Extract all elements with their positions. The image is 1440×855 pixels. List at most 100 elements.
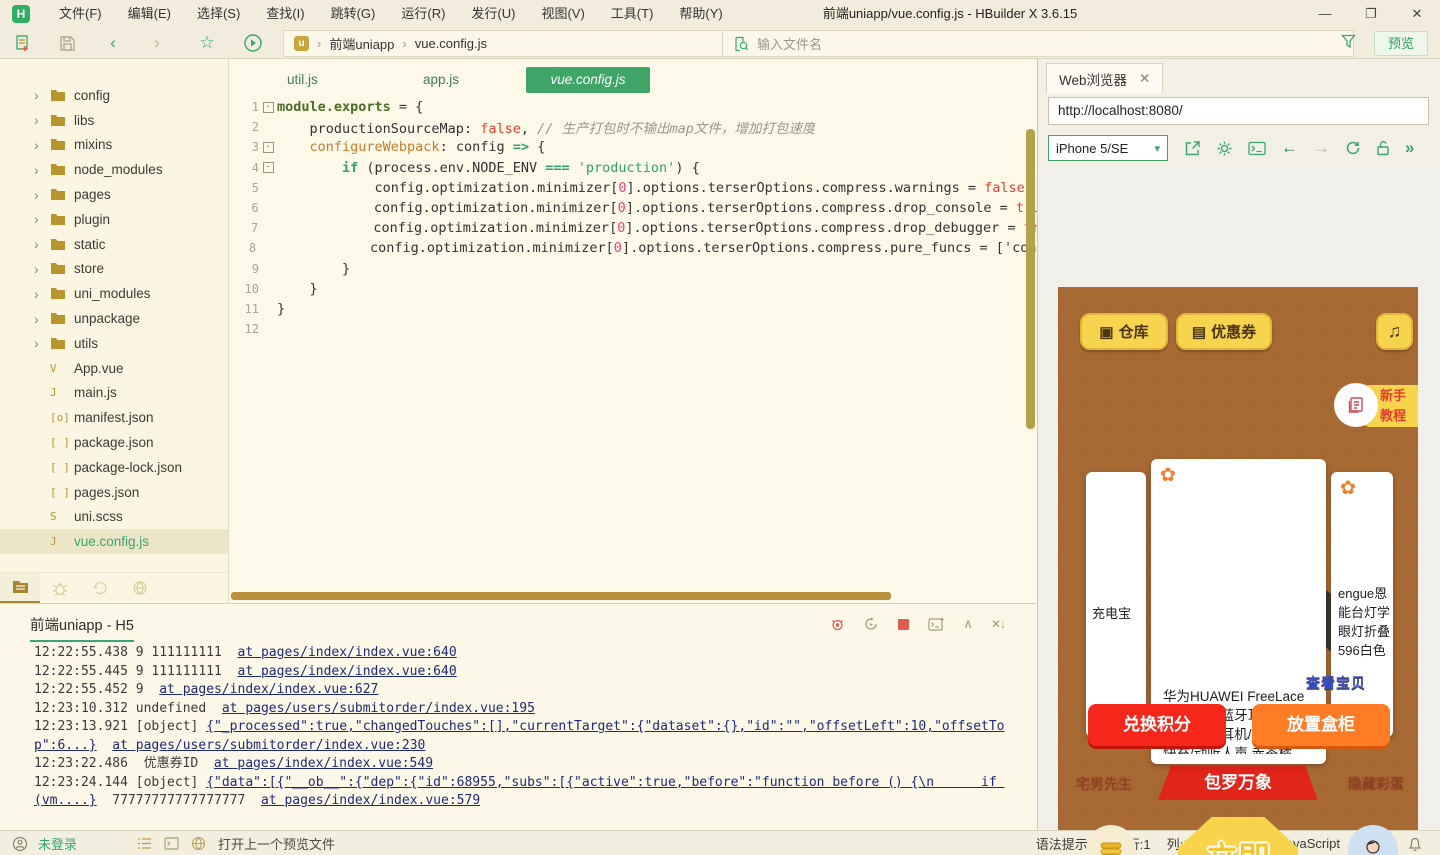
tree-file-uni.scss[interactable]: Suni.scss bbox=[0, 505, 228, 530]
menu-item[interactable]: 工具(T) bbox=[598, 0, 667, 28]
tree-folder-uni_modules[interactable]: ›uni_modules bbox=[0, 281, 228, 306]
chevron-right-icon[interactable]: › bbox=[34, 87, 50, 103]
code-editor[interactable]: util.js app.js vue.config.js 1-module.expo… bbox=[229, 59, 1037, 603]
debug-panel-icon[interactable] bbox=[40, 581, 80, 596]
code-line[interactable]: 8 config.optimization.minimizer[0].optio… bbox=[229, 238, 1037, 258]
editor-tab-vue.config.js[interactable]: vue.config.js bbox=[526, 67, 650, 93]
menu-item[interactable]: 发行(U) bbox=[458, 0, 528, 28]
web-panel-icon[interactable] bbox=[120, 580, 160, 596]
chevron-right-icon[interactable]: › bbox=[34, 137, 50, 153]
search-input[interactable]: 输入文件名 bbox=[722, 30, 1354, 57]
tree-file-manifest.json[interactable]: [o]manifest.json bbox=[0, 405, 228, 430]
menu-item[interactable]: 编辑(E) bbox=[115, 0, 184, 28]
code-line[interactable]: 1-module.exports = { bbox=[229, 97, 1037, 117]
log-source-link[interactable]: at pages/index/index.vue:640 bbox=[238, 664, 457, 679]
series-tab-right[interactable]: 隐藏彩蛋 bbox=[1348, 774, 1404, 794]
series-tab-left[interactable]: 宅男先生 bbox=[1076, 774, 1132, 794]
code-line[interactable]: 3- configureWebpack: config => { bbox=[229, 137, 1037, 157]
tree-folder-libs[interactable]: ›libs bbox=[0, 108, 228, 133]
menu-item[interactable]: 跳转(G) bbox=[318, 0, 389, 28]
minimize-button[interactable]: — bbox=[1302, 0, 1348, 28]
tree-folder-static[interactable]: ›static bbox=[0, 232, 228, 257]
tree-folder-store[interactable]: ›store bbox=[0, 257, 228, 282]
menu-item[interactable]: 文件(F) bbox=[46, 0, 115, 28]
tree-file-vue.config.js[interactable]: Jvue.config.js bbox=[0, 529, 228, 554]
notification-bell-icon[interactable] bbox=[1408, 836, 1422, 852]
files-panel-icon[interactable] bbox=[0, 573, 40, 603]
browser-forward-icon[interactable]: → bbox=[1313, 136, 1330, 160]
tree-folder-pages[interactable]: ›pages bbox=[0, 182, 228, 207]
coupon-button[interactable]: ▤ 优惠券 bbox=[1176, 313, 1272, 350]
tree-folder-utils[interactable]: ›utils bbox=[0, 331, 228, 356]
code-line[interactable]: 7 config.optimization.minimizer[0].optio… bbox=[229, 218, 1037, 238]
fold-marker[interactable]: - bbox=[259, 162, 277, 173]
draw-now-button[interactable]: 立即 bbox=[1178, 817, 1298, 855]
close-button[interactable]: ✕ bbox=[1394, 0, 1440, 28]
code-area[interactable]: 1-module.exports = {2 productionSourceMa… bbox=[229, 97, 1037, 339]
chevron-right-icon[interactable]: › bbox=[34, 112, 50, 128]
stop-icon[interactable] bbox=[897, 618, 910, 631]
tree-file-pages.json[interactable]: [ ]pages.json bbox=[0, 480, 228, 505]
open-previous-preview[interactable]: 打开上一个预览文件 bbox=[218, 834, 335, 853]
tree-file-App.vue[interactable]: VApp.vue bbox=[0, 356, 228, 381]
back-icon[interactable]: ‹ bbox=[102, 32, 124, 54]
code-line[interactable]: 10 } bbox=[229, 279, 1037, 299]
code-line[interactable]: 2 productionSourceMap: false, // 生产打包时不输… bbox=[229, 117, 1037, 137]
restart-icon[interactable] bbox=[863, 616, 879, 632]
user-circle-icon[interactable] bbox=[12, 836, 28, 852]
code-line[interactable]: 11} bbox=[229, 299, 1037, 319]
warehouse-button[interactable]: ▣ 仓库 bbox=[1080, 313, 1168, 350]
fold-marker[interactable]: - bbox=[259, 102, 277, 113]
view-item-link[interactable]: 查看宝贝 bbox=[1306, 673, 1366, 693]
open-external-icon[interactable] bbox=[1184, 140, 1201, 157]
chevron-right-icon[interactable]: › bbox=[34, 311, 50, 327]
chevron-right-icon[interactable]: › bbox=[34, 335, 50, 351]
open-terminal-icon[interactable] bbox=[928, 617, 945, 632]
tree-file-main.js[interactable]: Jmain.js bbox=[0, 381, 228, 406]
tree-folder-plugin[interactable]: ›plugin bbox=[0, 207, 228, 232]
tree-folder-mixins[interactable]: ›mixins bbox=[0, 133, 228, 158]
filter-icon[interactable] bbox=[1341, 34, 1356, 49]
menu-item[interactable]: 查找(I) bbox=[253, 0, 317, 28]
tree-file-package-lock.json[interactable]: [ ]package-lock.json bbox=[0, 455, 228, 480]
save-icon[interactable] bbox=[56, 32, 78, 54]
place-cabinet-button[interactable]: 放置盒柜 bbox=[1252, 704, 1390, 746]
log-source-link[interactable]: at pages/index/index.vue:579 bbox=[261, 793, 480, 808]
debug-bug-icon[interactable] bbox=[830, 617, 845, 632]
music-button[interactable]: ♫ bbox=[1376, 313, 1413, 350]
devtools-terminal-icon[interactable] bbox=[1248, 141, 1266, 156]
forward-icon[interactable]: › bbox=[146, 32, 168, 54]
exchange-points-button[interactable]: 兑换积分 bbox=[1088, 704, 1226, 746]
phone-preview[interactable]: ▣ 仓库 ▤ 优惠券 ♫ 新手教程 充电宝 bbox=[1058, 287, 1418, 855]
url-input[interactable] bbox=[1048, 97, 1429, 125]
code-line[interactable]: 6 config.optimization.minimizer[0].optio… bbox=[229, 198, 1037, 218]
chevron-right-icon[interactable]: › bbox=[34, 211, 50, 227]
history-panel-icon[interactable] bbox=[80, 580, 120, 596]
editor-tab-util.js[interactable]: util.js bbox=[273, 67, 332, 93]
settings-gear-icon[interactable] bbox=[1216, 140, 1233, 157]
unlock-icon[interactable] bbox=[1376, 140, 1390, 156]
editor-tab-app.js[interactable]: app.js bbox=[409, 67, 473, 93]
menu-item[interactable]: 帮助(Y) bbox=[666, 0, 735, 28]
chevron-right-icon[interactable]: › bbox=[34, 162, 50, 178]
new-file-icon[interactable] bbox=[12, 32, 34, 54]
editor-horizontal-scrollbar[interactable] bbox=[231, 592, 891, 600]
tree-folder-unpackage[interactable]: ›unpackage bbox=[0, 306, 228, 331]
log-source-link[interactable]: at pages/index/index.vue:640 bbox=[238, 645, 457, 660]
code-line[interactable]: 12 bbox=[229, 319, 1037, 339]
clear-console-icon[interactable]: ✕↓ bbox=[991, 617, 1005, 631]
console-tab[interactable]: 前端uniapp - H5 bbox=[30, 614, 134, 642]
terminal-status-icon[interactable] bbox=[164, 837, 179, 850]
menu-item[interactable]: 视图(V) bbox=[528, 0, 597, 28]
collapse-panel-icon[interactable]: ∧ bbox=[963, 616, 973, 632]
tree-file-package.json[interactable]: [ ]package.json bbox=[0, 430, 228, 455]
code-line[interactable]: 9 } bbox=[229, 259, 1037, 279]
breadcrumb[interactable]: u › 前端uniapp › vue.config.js bbox=[283, 30, 741, 57]
fold-marker[interactable]: - bbox=[259, 142, 277, 153]
product-card-right[interactable]: ✿ engue恩 能台灯学 眼灯折叠 596白色 bbox=[1331, 472, 1393, 737]
chevron-right-icon[interactable]: › bbox=[34, 286, 50, 302]
browser-tab[interactable]: Web浏览器 ✕ bbox=[1046, 63, 1163, 93]
preview-button[interactable]: 预览 bbox=[1374, 31, 1428, 56]
preview-globe-icon[interactable] bbox=[191, 836, 206, 851]
editor-vertical-scrollbar[interactable] bbox=[1026, 129, 1035, 429]
